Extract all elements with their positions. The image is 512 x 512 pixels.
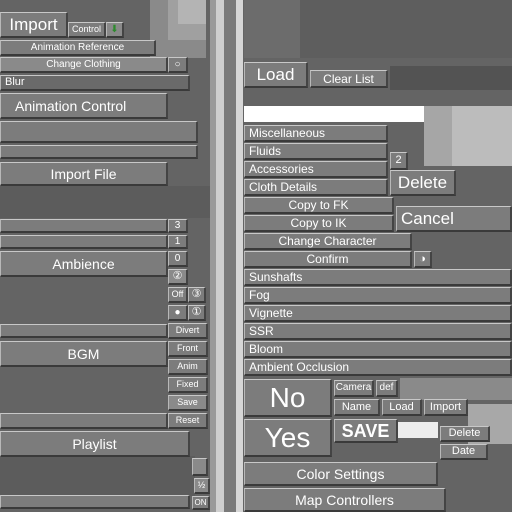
vignette-button[interactable]: Vignette <box>244 305 512 322</box>
fluids-button[interactable]: Fluids <box>244 143 388 160</box>
left-row-on[interactable] <box>0 495 190 509</box>
left-top-slab-3 <box>178 0 206 24</box>
playlist-button[interactable]: Playlist <box>0 431 190 457</box>
save-button-small[interactable]: Save <box>168 395 208 411</box>
left-row-3[interactable] <box>0 219 168 233</box>
num-0-button[interactable]: 0 <box>168 251 188 267</box>
save-name-input[interactable] <box>398 422 438 438</box>
delete-button-large[interactable]: Delete <box>390 170 456 196</box>
delete-button-small[interactable]: Delete <box>440 426 490 442</box>
fog-button[interactable]: Fog <box>244 287 512 304</box>
left-separator-shade <box>210 0 216 512</box>
circled-2-button[interactable]: ② <box>168 269 188 285</box>
map-controllers-button[interactable]: Map Controllers <box>244 488 446 512</box>
circle-toggle[interactable]: ○ <box>168 57 188 73</box>
control-button[interactable]: Control <box>68 22 106 38</box>
animation-control-button[interactable]: Animation Control <box>0 93 168 119</box>
right-camera-slab <box>400 378 512 400</box>
copy-to-fk-button[interactable]: Copy to FK <box>244 197 394 214</box>
filled-circle-toggle[interactable]: ● <box>168 305 188 321</box>
yes-button[interactable]: Yes <box>244 419 332 457</box>
left-separator <box>216 0 224 512</box>
change-character-button[interactable]: Change Character <box>244 233 412 250</box>
right-separator <box>236 0 243 512</box>
import-button[interactable]: Import <box>0 12 68 38</box>
import-file-button[interactable]: Import File <box>0 162 168 186</box>
left-row-reset[interactable] <box>0 413 168 429</box>
load-button-small[interactable]: Load <box>382 399 422 416</box>
ambient-occlusion-button[interactable]: Ambient Occlusion <box>244 359 512 376</box>
on-button[interactable]: ON <box>192 496 210 510</box>
blur-button[interactable]: Blur <box>0 75 190 91</box>
num-2-button[interactable]: 2 <box>390 152 408 170</box>
center-gap <box>224 0 236 512</box>
front-button[interactable]: Front <box>168 341 208 357</box>
left-small-square-1[interactable] <box>192 458 208 476</box>
change-clothing-button[interactable]: Change Clothing <box>0 57 168 73</box>
left-row-blank-1[interactable] <box>0 121 198 143</box>
reset-button[interactable]: Reset <box>168 413 208 429</box>
fixed-button[interactable]: Fixed <box>168 377 208 393</box>
load-button[interactable]: Load <box>244 62 308 88</box>
accessories-button[interactable]: Accessories <box>244 161 388 178</box>
left-bottom-slab <box>0 456 195 496</box>
off-button[interactable]: Off <box>168 287 188 303</box>
half-circle-toggle[interactable]: ◑ <box>414 251 432 268</box>
def-button[interactable]: def <box>376 380 398 397</box>
sunshafts-button[interactable]: Sunshafts <box>244 269 512 286</box>
save-button-large[interactable]: SAVE <box>334 419 398 443</box>
num-3-button[interactable]: 3 <box>168 219 188 233</box>
ssr-button[interactable]: SSR <box>244 323 512 340</box>
right-top-slab-2 <box>244 0 300 58</box>
no-button[interactable]: No <box>244 379 332 417</box>
right-slab-r2 <box>452 106 512 166</box>
left-row-1[interactable] <box>0 235 168 249</box>
bgm-button[interactable]: BGM <box>0 341 168 367</box>
download-icon[interactable]: ⬇ <box>106 22 124 38</box>
name-button[interactable]: Name <box>334 399 380 416</box>
circled-3-button[interactable]: ③ <box>188 287 206 303</box>
left-row-blank-2[interactable] <box>0 145 198 159</box>
animation-reference-button[interactable]: Animation Reference <box>0 40 156 56</box>
import-button-small[interactable]: Import <box>424 399 468 416</box>
num-1-button[interactable]: 1 <box>168 235 188 249</box>
color-settings-button[interactable]: Color Settings <box>244 462 438 486</box>
right-list-strip <box>390 66 512 90</box>
date-button[interactable]: Date <box>440 444 488 460</box>
copy-to-ik-button[interactable]: Copy to IK <box>244 215 394 232</box>
ambience-button[interactable]: Ambience <box>0 251 168 277</box>
bloom-button[interactable]: Bloom <box>244 341 512 358</box>
cancel-button[interactable]: Cancel <box>396 206 512 232</box>
right-top-slab <box>300 0 512 58</box>
left-mid-slab <box>0 186 210 218</box>
left-row-divert[interactable] <box>0 324 168 338</box>
divert-button[interactable]: Divert <box>168 323 208 339</box>
clear-list-button[interactable]: Clear List <box>310 70 388 88</box>
camera-button[interactable]: Camera <box>334 380 374 397</box>
circled-1-button[interactable]: ① <box>188 305 206 321</box>
miscellaneous-button[interactable]: Miscellaneous <box>244 125 388 142</box>
cloth-details-button[interactable]: Cloth Details <box>244 179 388 196</box>
anim-button[interactable]: Anim <box>168 359 208 375</box>
confirm-button[interactable]: Confirm <box>244 251 412 268</box>
half-button[interactable]: ½ <box>194 478 210 494</box>
